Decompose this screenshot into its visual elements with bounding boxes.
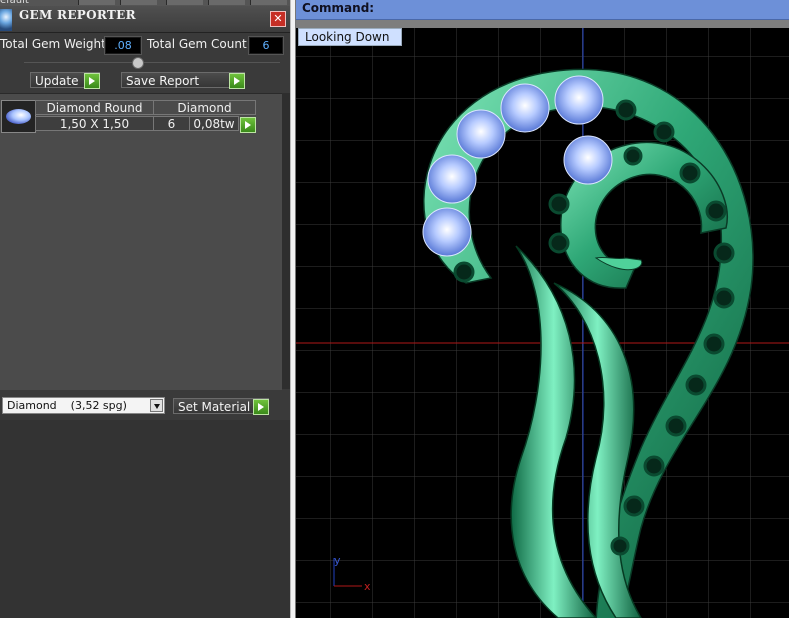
table-cell-size: 1,50 X 1,50 <box>35 116 154 131</box>
command-label: Command: <box>302 1 375 15</box>
update-go-icon[interactable] <box>84 73 100 89</box>
3d-viewport[interactable]: y x Looking Down <box>296 28 789 618</box>
set-material-go-icon[interactable] <box>253 399 269 415</box>
view-name-tab[interactable]: Looking Down <box>298 28 402 46</box>
set-material-button-label: Set Material <box>178 400 251 414</box>
total-weight-box: .08 <box>104 36 142 55</box>
table-header-shape: Diamond Round <box>35 100 154 115</box>
diamond-thumbnail-icon[interactable] <box>1 100 36 133</box>
total-count-label: Total Gem Count <box>147 37 247 51</box>
viewport-canvas[interactable]: y x <box>296 28 789 618</box>
close-button[interactable]: ✕ <box>270 11 286 27</box>
total-count-value[interactable]: 6 <box>250 38 282 53</box>
gem-reporter-header: GEM REPORTER ✕ <box>0 6 290 33</box>
slider-handle[interactable] <box>132 57 144 69</box>
toolbar-tab[interactable] <box>120 0 157 5</box>
gem-reporter-panel: efault GEM REPORTER ✕ Total Gem Weight .… <box>0 0 290 618</box>
table-cell-count: 6 <box>153 116 190 131</box>
axis-x-label: x <box>364 580 371 593</box>
viewport-header-strip <box>296 20 789 28</box>
gem-reporter-logo-icon <box>0 9 12 31</box>
chevron-down-icon[interactable] <box>150 399 163 412</box>
toolbar-tab[interactable] <box>250 0 287 5</box>
save-report-button[interactable]: Save Report <box>121 72 245 88</box>
toolbar-tab[interactable] <box>208 0 245 5</box>
update-button-label: Update <box>35 74 79 88</box>
material-dropdown-value: Diamond (3,52 spg) <box>7 399 127 412</box>
slider-track <box>24 62 280 63</box>
toolbar-tab[interactable] <box>166 0 203 5</box>
gem-icon <box>6 109 31 124</box>
total-weight-value[interactable]: .08 <box>106 38 140 53</box>
toolbar-tab[interactable] <box>78 0 115 5</box>
save-report-button-label: Save Report <box>126 74 200 88</box>
gem-table: Diamond Round Diamond 1,50 X 1,50 6 0,08… <box>0 93 282 390</box>
material-dropdown[interactable]: Diamond (3,52 spg) <box>2 397 165 414</box>
axis-y-label: y <box>334 554 341 567</box>
table-header-material: Diamond <box>153 100 256 115</box>
command-bar[interactable]: Command: <box>296 0 789 20</box>
row-go-icon[interactable] <box>240 117 256 133</box>
total-count-box: 6 <box>248 36 284 55</box>
table-scrollbar[interactable] <box>282 93 290 389</box>
panel-empty-area <box>0 420 290 618</box>
save-report-go-icon[interactable] <box>229 73 245 89</box>
table-cell-weight: 0,08tw <box>189 116 239 131</box>
total-weight-label: Total Gem Weight <box>0 37 106 51</box>
panel-title: GEM REPORTER <box>19 8 136 22</box>
